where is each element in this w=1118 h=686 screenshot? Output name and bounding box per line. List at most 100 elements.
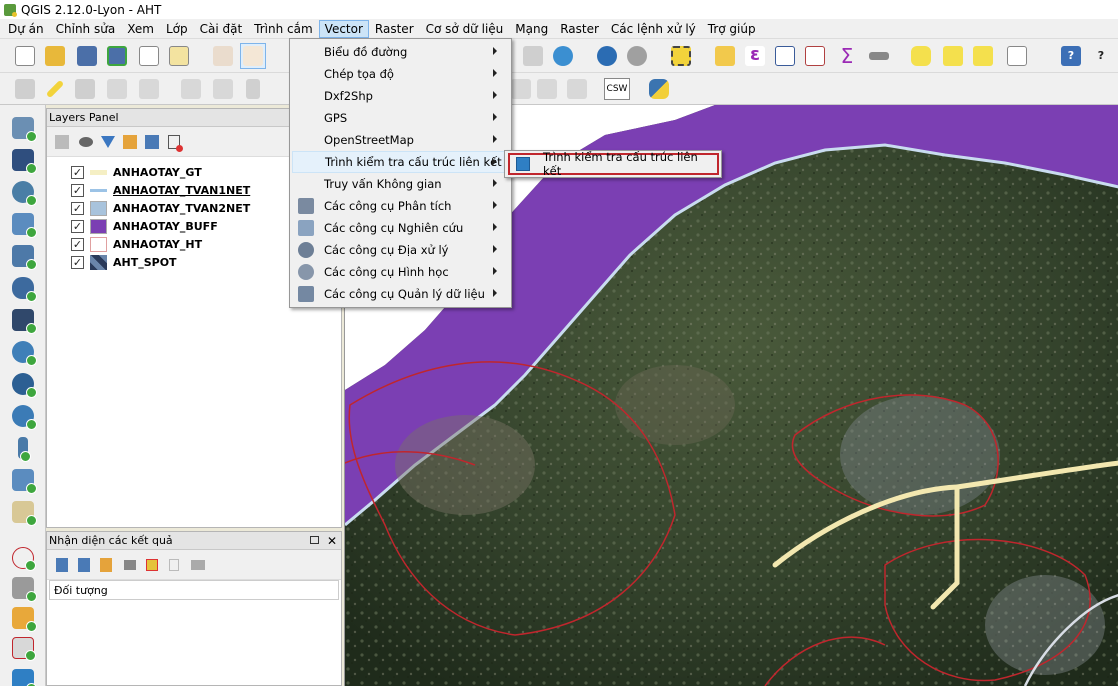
filter-legend-icon[interactable] xyxy=(99,133,117,151)
node-tool-icon[interactable] xyxy=(178,76,204,102)
menu-plugins[interactable]: Trình cắm xyxy=(248,20,319,38)
delete-selected-icon[interactable] xyxy=(210,76,236,102)
topology-checker-left-icon[interactable] xyxy=(9,667,37,686)
new-print-composer-icon[interactable] xyxy=(136,43,162,69)
layer-checkbox[interactable]: ✓ xyxy=(71,201,84,215)
save-edits-icon[interactable] xyxy=(72,76,98,102)
layer-checkbox[interactable]: ✓ xyxy=(71,237,84,251)
menu-web[interactable]: Mạng xyxy=(509,20,554,38)
help-icon[interactable]: ? xyxy=(1058,43,1084,69)
label-tool-3-icon[interactable] xyxy=(564,76,590,102)
menu-item-coordinate-capture[interactable]: Chép tọa độ xyxy=(292,63,509,85)
refresh-icon[interactable] xyxy=(550,43,576,69)
menu-processing[interactable]: Các lệnh xử lý xyxy=(605,20,702,38)
add-wfs-layer-icon[interactable] xyxy=(9,403,37,430)
menu-item-data-management-tools[interactable]: Các công cụ Quản lý dữ liệu xyxy=(292,283,509,305)
add-raster-layer-icon[interactable] xyxy=(9,147,37,174)
layer-checkbox[interactable]: ✓ xyxy=(71,255,84,269)
layer-row-anhaotay-tvan1net[interactable]: ✓ ANHAOTAY_TVAN1NET xyxy=(71,181,250,199)
save-project-icon[interactable] xyxy=(74,43,100,69)
menu-edit[interactable]: Chỉnh sửa xyxy=(50,20,122,38)
menu-item-topology-checker[interactable]: Trình kiểm tra cấu trúc liên kết xyxy=(292,151,509,173)
menu-raster[interactable]: Raster xyxy=(369,20,420,38)
add-vector-layer-icon[interactable] xyxy=(9,115,37,142)
menu-item-geometry-tools[interactable]: Các công cụ Hình học xyxy=(292,261,509,283)
menu-item-openstreetmap[interactable]: OpenStreetMap xyxy=(292,129,509,151)
select-features-icon[interactable] xyxy=(668,43,694,69)
manage-visibility-icon[interactable] xyxy=(77,133,95,151)
print-icon[interactable] xyxy=(189,556,207,574)
attribute-table-icon[interactable] xyxy=(772,43,798,69)
toggle-editing-icon[interactable] xyxy=(42,76,68,102)
action-icon[interactable] xyxy=(624,43,650,69)
whats-this-icon[interactable]: ? xyxy=(1088,43,1114,69)
menu-item-spatial-query[interactable]: Truy vấn Không gian xyxy=(292,173,509,195)
layer-row-anhaotay-buff[interactable]: ✓ ANHAOTAY_BUFF xyxy=(71,217,218,235)
python-console-icon[interactable] xyxy=(646,76,672,102)
menu-item-analysis-tools[interactable]: Các công cụ Phân tích xyxy=(292,195,509,217)
pan-map-icon[interactable] xyxy=(240,43,266,69)
open-layer-styling-icon[interactable] xyxy=(53,133,71,151)
georeferencer-icon[interactable] xyxy=(9,635,37,661)
menu-settings[interactable]: Cài đặt xyxy=(194,20,249,38)
expand-new-results-icon[interactable] xyxy=(97,556,115,574)
menu-project[interactable]: Dự án xyxy=(2,20,50,38)
add-wms-layer-icon[interactable] xyxy=(9,339,37,366)
menu-help[interactable]: Trợ giúp xyxy=(702,20,762,38)
menu-raster-2[interactable]: Raster xyxy=(554,20,605,38)
map-tips-icon[interactable] xyxy=(908,43,934,69)
new-bookmark-icon[interactable] xyxy=(940,43,966,69)
current-edits-icon[interactable] xyxy=(12,76,38,102)
expand-tree-icon[interactable] xyxy=(53,556,71,574)
close-icon[interactable]: ✕ xyxy=(327,535,337,547)
menu-item-geoprocessing-tools[interactable]: Các công cụ Địa xử lý xyxy=(292,239,509,261)
composer-manager-icon[interactable] xyxy=(166,43,192,69)
layer-row-aht-spot[interactable]: ✓ AHT_SPOT xyxy=(71,253,177,271)
menu-item-gps[interactable]: GPS xyxy=(292,107,509,129)
zoom-last-icon[interactable] xyxy=(520,43,546,69)
add-delimited-text-icon[interactable] xyxy=(9,435,37,462)
menu-item-line-chart[interactable]: Biểu đồ đường xyxy=(292,41,509,63)
layer-row-anhaotay-tvan2net[interactable]: ✓ ANHAOTAY_TVAN2NET xyxy=(71,199,250,217)
label-tool-2-icon[interactable] xyxy=(534,76,560,102)
menu-item-research-tools[interactable]: Các công cụ Nghiên cứu xyxy=(292,217,509,239)
menu-layer[interactable]: Lớp xyxy=(160,20,194,38)
layer-checkbox[interactable]: ✓ xyxy=(71,165,84,179)
submenu-item-topology-checker[interactable]: Trình kiểm tra cấu trúc liên kết xyxy=(508,150,719,178)
layer-row-anhaotay-gt[interactable]: ✓ ANHAOTAY_GT xyxy=(71,163,202,181)
collapse-tree-icon[interactable] xyxy=(75,556,93,574)
float-panel-icon[interactable] xyxy=(309,535,319,544)
node-tool-left-icon[interactable] xyxy=(9,575,37,602)
csw-button[interactable]: CSW xyxy=(604,78,630,100)
move-feature-icon[interactable] xyxy=(136,76,162,102)
show-bookmarks-icon[interactable] xyxy=(970,43,996,69)
save-as-icon[interactable] xyxy=(104,43,130,69)
collapse-all-icon[interactable] xyxy=(143,133,161,151)
layer-row-anhaotay-ht[interactable]: ✓ ANHAOTAY_HT xyxy=(71,235,202,253)
add-feature-icon[interactable] xyxy=(104,76,130,102)
add-wcs-layer-icon[interactable] xyxy=(9,371,37,398)
copy-icon[interactable] xyxy=(165,556,183,574)
new-project-icon[interactable] xyxy=(12,43,38,69)
add-postgis-layer-icon[interactable] xyxy=(9,179,37,206)
add-mssql-layer-icon[interactable] xyxy=(9,243,37,270)
layer-checkbox[interactable]: ✓ xyxy=(71,219,84,233)
field-calculator-icon[interactable] xyxy=(802,43,828,69)
remove-layer-icon[interactable] xyxy=(165,133,183,152)
new-spatialite-layer-icon[interactable] xyxy=(9,499,37,526)
measure-line-icon[interactable] xyxy=(866,43,892,69)
menu-view[interactable]: Xem xyxy=(121,20,160,38)
touch-zoom-icon[interactable] xyxy=(210,43,236,69)
statistics-icon[interactable]: Σ xyxy=(834,43,860,69)
add-db2-layer-icon[interactable] xyxy=(9,275,37,302)
add-spatialite-layer-icon[interactable] xyxy=(9,211,37,238)
open-project-icon[interactable] xyxy=(42,43,68,69)
expand-all-icon[interactable] xyxy=(121,133,139,151)
clear-results-icon[interactable] xyxy=(143,556,161,574)
new-shapefile-layer-icon[interactable] xyxy=(9,467,37,494)
add-vertex-icon[interactable] xyxy=(9,545,37,571)
layer-checkbox[interactable]: ✓ xyxy=(71,183,84,197)
text-annotation-icon[interactable] xyxy=(1004,43,1030,69)
identify-features-icon[interactable] xyxy=(594,43,620,69)
menu-item-dxf2shp[interactable]: Dxf2Shp xyxy=(292,85,509,107)
